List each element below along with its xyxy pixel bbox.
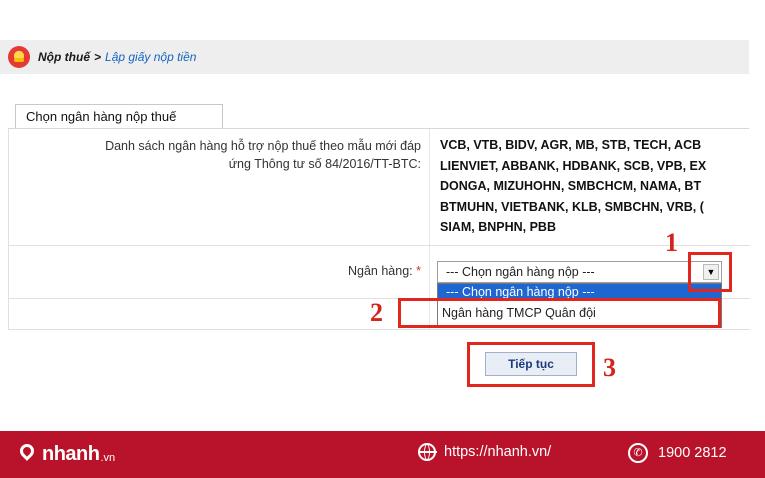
supported-banks-list: VCB, VTB, BIDV, AGR, MB, STB, TECH, ACB … [430,129,750,245]
footer-website[interactable]: https://nhanh.vn/ [418,443,551,461]
brand-suffix: .vn [100,451,116,464]
website-url: https://nhanh.vn/ [444,444,552,460]
bank-label-text: Ngân hàng: [348,264,413,278]
bank-list-line: SIAM, BNPHN, PBB [440,220,556,234]
annotation-box-1 [688,252,732,292]
bank-list-line: DONGA, MIZUHOHN, SMBCHCM, NAMA, BT [440,179,702,193]
breadcrumb-home[interactable]: Nộp thuế [38,50,90,64]
bank-select-value: --- Chọn ngân hàng nộp --- [446,265,595,279]
brand-logo: nhanh .vn [18,443,115,466]
breadcrumb-separator: > [94,50,102,64]
breadcrumb: Nộp thuế > Lập giấy nộp tiền [0,40,749,74]
bank-list-line: VCB, VTB, BIDV, AGR, MB, STB, TECH, ACB [440,138,702,152]
tab-choose-bank[interactable]: Chọn ngân hàng nộp thuế [15,104,223,128]
supported-label-line: ứng Thông tư số 84/2016/TT-BTC: [228,157,421,171]
bank-list-line: LIENVIET, ABBANK, HDBANK, SCB, VPB, EX [440,158,707,173]
phone-number: 1900 2812 [658,445,727,461]
annotation-number-1: 1 [665,228,678,257]
bank-list-line: BTMUHN, VIETBANK, KLB, SMBCHN, VRB, ( [440,199,704,214]
annotation-number-2: 2 [370,298,383,327]
emblem-icon [8,46,30,68]
breadcrumb-current[interactable]: Lập giấy nộp tiền [105,50,196,64]
supported-banks-label: Danh sách ngân hàng hỗ trợ nộp thuế theo… [9,129,430,245]
bank-select[interactable]: --- Chọn ngân hàng nộp --- ▼ [437,261,722,283]
supported-label-line: Danh sách ngân hàng hỗ trợ nộp thuế theo… [105,139,421,153]
bank-label: Ngân hàng: * [9,246,430,298]
footer-banner: nhanh .vn https://nhanh.vn/ ✆ 1900 2812 [0,431,765,478]
supported-banks-row: Danh sách ngân hàng hỗ trợ nộp thuế theo… [9,129,750,246]
brand-name: nhanh [42,443,100,465]
footer-phone[interactable]: ✆ 1900 2812 [628,443,727,463]
location-pin-icon [18,444,36,466]
annotation-number-3: 3 [603,353,616,382]
required-mark: * [416,264,421,278]
globe-icon [418,443,437,461]
phone-icon: ✆ [628,443,648,463]
empty-label [9,299,430,329]
annotation-box-2 [398,298,721,328]
continue-button[interactable]: Tiếp tục [485,352,577,376]
